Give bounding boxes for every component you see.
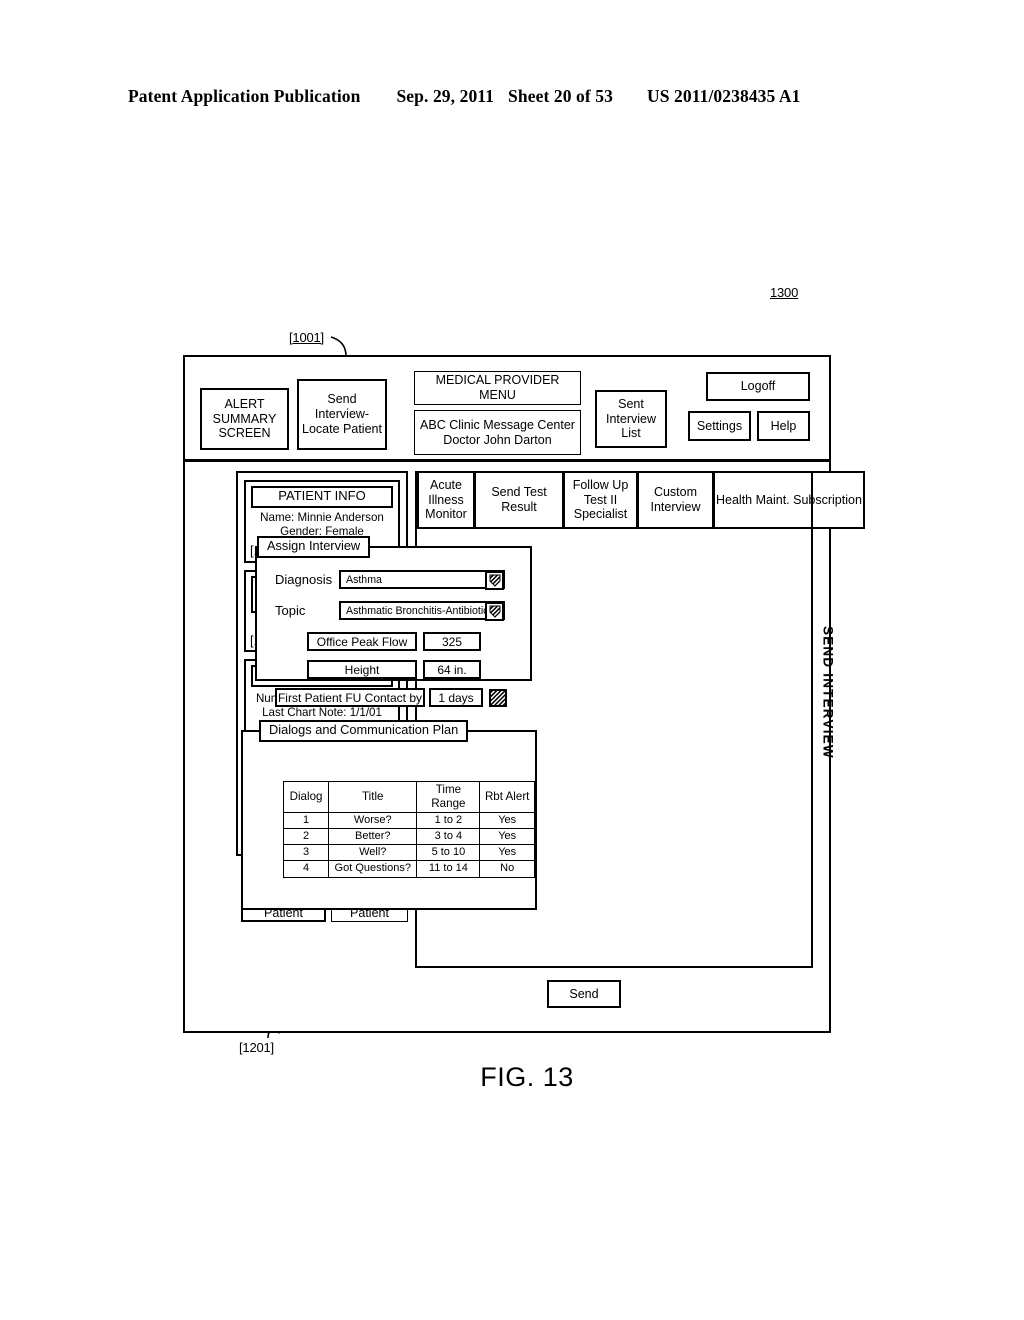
column-header-time-range: Time Range [416,781,481,813]
diagnosis-dropdown-icon[interactable] [485,571,504,590]
medical-provider-menu-title: MEDICAL PROVIDER MENU [414,371,581,405]
shield-hatch-glyph [489,574,500,587]
topic-input[interactable]: Asthmatic Bronchitis-Antibiotic [339,601,505,621]
cell-time-range: 11 to 14 [416,860,481,878]
cell-dialog: 2 [282,827,330,846]
sent-interview-list-button[interactable]: Sent Interview List [595,390,667,448]
sheet-number: Sheet 20 of 53 [508,86,613,106]
table-header-row: Dialog Title Time Range Rbt Alert [282,781,535,813]
cell-rbt-alert: Yes [479,827,535,846]
application-window: ALERT SUMMARY SCREEN Send Interview-Loca… [183,355,865,1033]
diagram-ref-1300: 1300 [770,285,799,300]
column-header-rbt-alert: Rbt Alert [479,781,535,813]
figure-caption: FIG. 13 [0,1062,1024,1093]
fu-contact-hatch-icon[interactable] [489,688,507,707]
diagnosis-value: Asthma [346,573,382,586]
table-row[interactable]: 1 Worse? 1 to 2 Yes [282,811,535,830]
help-button[interactable]: Help [757,411,810,441]
dialogs-communication-plan-legend: Dialogs and Communication Plan [259,720,469,742]
cell-time-range: 1 to 2 [416,811,481,830]
office-peak-flow-value[interactable]: 325 [423,632,481,651]
cell-time-range: 5 to 10 [416,844,481,862]
cell-title: Better? [328,827,418,846]
height-value[interactable]: 64 in. [423,660,481,679]
cell-dialog: 1 [282,811,330,830]
first-patient-fu-contact-label[interactable]: First Patient FU Contact by [275,688,425,707]
topic-value: Asthmatic Bronchitis-Antibiotic [346,604,489,617]
first-patient-fu-contact-value[interactable]: 1 days [429,688,483,707]
column-header-dialog: Dialog [282,781,330,813]
assign-interview-legend: Assign Interview [257,536,371,558]
alert-summary-screen-button[interactable]: ALERT SUMMARY SCREEN [200,388,289,450]
logoff-button[interactable]: Logoff [706,372,810,401]
assign-interview-group: Diagnosis Asthma Topic Asthmatic Bronchi… [255,546,532,707]
patient-name: Name: Minnie Anderson [260,510,384,524]
shield-hatch-glyph [489,605,500,618]
cell-title: Worse? [328,811,418,830]
cell-title: Got Questions? [328,860,418,878]
height-label[interactable]: Height [307,660,417,679]
table-row[interactable]: 2 Better? 3 to 4 Yes [282,827,535,846]
office-peak-flow-row: Office Peak Flow 325 [307,632,481,651]
send-interview-locate-patient-button[interactable]: Send Interview-Locate Patient [297,379,387,450]
send-interview-vertical-label: SEND INTERVIEW [820,625,836,759]
cell-time-range: 3 to 4 [416,827,481,846]
cell-dialog: 3 [282,844,330,862]
ref-1201: [1201] [239,1040,274,1055]
topic-row: Topic Asthmatic Bronchitis-Antibiotic [275,601,505,621]
dialogs-communication-plan-group: Dialog Title Time Range Rbt Alert 1 Wors… [241,730,537,910]
figure-caption-text: FIG. 13 [480,1062,574,1092]
ref-1001: [1001] [289,330,324,345]
cell-title: Well? [328,844,418,862]
topic-dropdown-icon[interactable] [485,602,504,621]
dialogs-table: Dialog Title Time Range Rbt Alert 1 Wors… [282,781,535,878]
cell-dialog: 4 [282,860,330,878]
publication-date: Sep. 29, 2011 [396,86,495,106]
cell-rbt-alert: Yes [479,844,535,862]
diagnosis-label: Diagnosis [275,572,333,587]
column-header-title: Title [328,781,418,813]
diagnosis-row: Diagnosis Asthma [275,570,505,590]
table-row[interactable]: 3 Well? 5 to 10 Yes [282,844,535,862]
patent-number: US 2011/0238435 A1 [646,86,801,106]
patent-page-header: Patent Application Publication Sep. 29, … [128,86,896,107]
diagnosis-input[interactable]: Asthma [339,570,505,590]
settings-button[interactable]: Settings [688,411,751,441]
publication-label: Patent Application Publication [128,86,361,106]
application-body: PATIENT INFO Name: Minnie Anderson Gende… [185,462,865,1031]
clinic-message-center-subtitle: ABC Clinic Message Center Doctor John Da… [414,410,581,455]
last-chart-note-date: Last Chart Note: 1/1/01 [262,706,382,720]
cell-rbt-alert: Yes [479,811,535,830]
send-button[interactable]: Send [547,980,621,1008]
top-toolbar: ALERT SUMMARY SCREEN Send Interview-Loca… [185,357,829,462]
office-peak-flow-label[interactable]: Office Peak Flow [307,632,417,651]
hatch-square-glyph [491,690,505,705]
table-row[interactable]: 4 Got Questions? 11 to 14 No [282,860,535,878]
patient-info-title: PATIENT INFO [251,486,393,508]
first-patient-fu-contact-row: First Patient FU Contact by 1 days [275,688,507,707]
topic-label: Topic [275,603,306,618]
height-row: Height 64 in. [307,660,481,679]
cell-rbt-alert: No [479,860,535,878]
